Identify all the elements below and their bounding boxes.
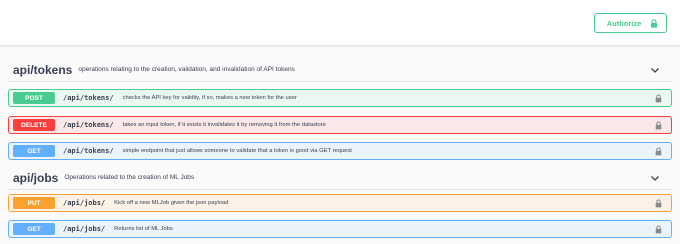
operation-post-api-tokens[interactable]: POST /api/tokens/ checks the API key for… xyxy=(8,89,672,107)
lock-icon[interactable] xyxy=(655,199,662,208)
operation-delete-api-tokens[interactable]: DELETE /api/tokens/ takes an input token… xyxy=(8,116,672,134)
operation-summary: Kick off a new MLJob given the json payl… xyxy=(114,200,229,206)
method-badge: PUT xyxy=(13,197,55,209)
section-description: operations relating to the creation, val… xyxy=(78,66,295,73)
section-title: api/tokens xyxy=(13,62,73,77)
top-bar: Authorize xyxy=(0,0,680,46)
authorize-button[interactable]: Authorize xyxy=(594,13,667,33)
operation-path: /api/tokens/ xyxy=(63,121,114,129)
method-badge: GET xyxy=(13,145,55,157)
section-title: api/jobs xyxy=(13,170,59,185)
operation-path: /api/jobs/ xyxy=(63,199,106,207)
section-header-api-tokens[interactable]: api/tokens operations relating to the cr… xyxy=(8,58,672,82)
method-badge: DELETE xyxy=(13,119,55,131)
lock-icon[interactable] xyxy=(655,225,662,234)
authorize-label: Authorize xyxy=(606,18,642,28)
operation-get-api-tokens[interactable]: GET /api/tokens/ simple endpoint that ju… xyxy=(8,142,672,160)
operation-put-api-jobs[interactable]: PUT /api/jobs/ Kick off a new MLJob give… xyxy=(8,194,672,212)
operation-path: /api/jobs/ xyxy=(63,225,106,233)
operation-get-api-jobs[interactable]: GET /api/jobs/ Returns list of ML Jobs xyxy=(8,220,672,238)
lock-icon[interactable] xyxy=(655,147,662,156)
operation-summary: checks the API key for validity, if so, … xyxy=(122,95,297,101)
chevron-down-icon[interactable] xyxy=(650,65,660,75)
operation-summary: takes an input token, if it exists it in… xyxy=(122,122,326,128)
operation-path: /api/tokens/ xyxy=(63,94,114,102)
lock-icon[interactable] xyxy=(655,121,662,130)
chevron-down-icon[interactable] xyxy=(650,173,660,183)
lock-icon[interactable] xyxy=(655,94,662,103)
section-description: Operations related to the creation of ML… xyxy=(64,174,195,181)
method-badge: GET xyxy=(13,223,55,235)
operation-path: /api/tokens/ xyxy=(63,147,114,155)
section-header-api-jobs[interactable]: api/jobs Operations related to the creat… xyxy=(8,166,672,190)
lock-icon xyxy=(651,18,658,28)
method-badge: POST xyxy=(13,92,55,104)
operation-summary: Returns list of ML Jobs xyxy=(114,226,173,232)
operation-summary: simple endpoint that just allows someone… xyxy=(122,148,352,154)
